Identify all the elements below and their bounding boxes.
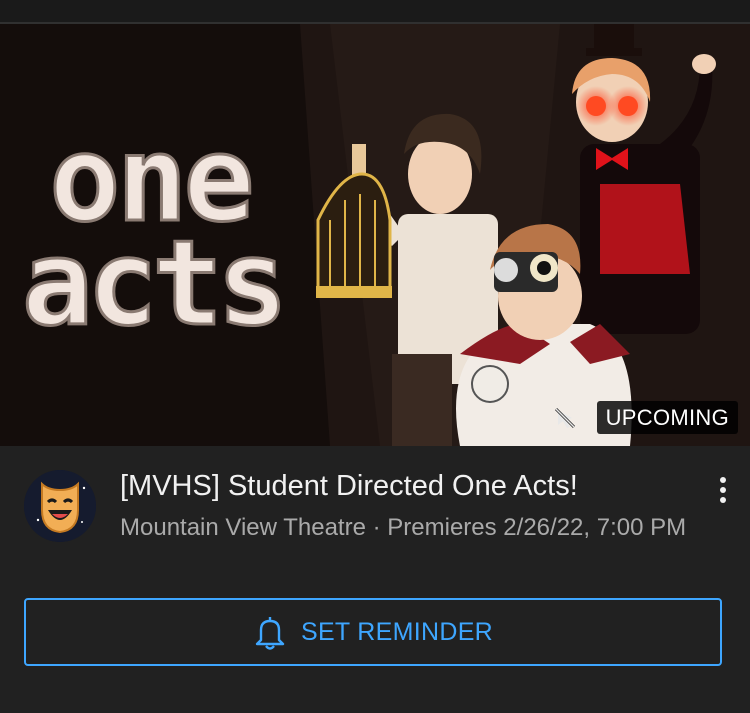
theatre-mask-icon: [24, 470, 96, 542]
bell-icon: [255, 617, 285, 650]
video-title[interactable]: [MVHS] Student Directed One Acts!: [120, 468, 680, 504]
set-reminder-button[interactable]: SET REMINDER: [24, 598, 722, 666]
channel-avatar[interactable]: [24, 470, 96, 542]
more-vert-icon[interactable]: [708, 472, 738, 508]
set-reminder-label: SET REMINDER: [300, 617, 494, 646]
thumbnail-title-line2: acts: [22, 214, 282, 352]
upcoming-badge: UPCOMING: [596, 401, 738, 434]
premiere-time: Premieres 2/26/22, 7:00 PM: [387, 514, 687, 541]
top-bar: [0, 0, 750, 24]
cursor-off-icon: [554, 407, 576, 429]
thumbnail-artwork: one acts: [0, 24, 750, 446]
video-subtitle: Mountain View Theatre · Premieres 2/26/2…: [120, 512, 710, 543]
separator: ·: [372, 514, 381, 541]
channel-name[interactable]: Mountain View Theatre: [120, 514, 366, 541]
video-details: [MVHS] Student Directed One Acts! Mounta…: [0, 446, 750, 586]
video-thumbnail[interactable]: one acts UPCOMING: [0, 24, 750, 446]
